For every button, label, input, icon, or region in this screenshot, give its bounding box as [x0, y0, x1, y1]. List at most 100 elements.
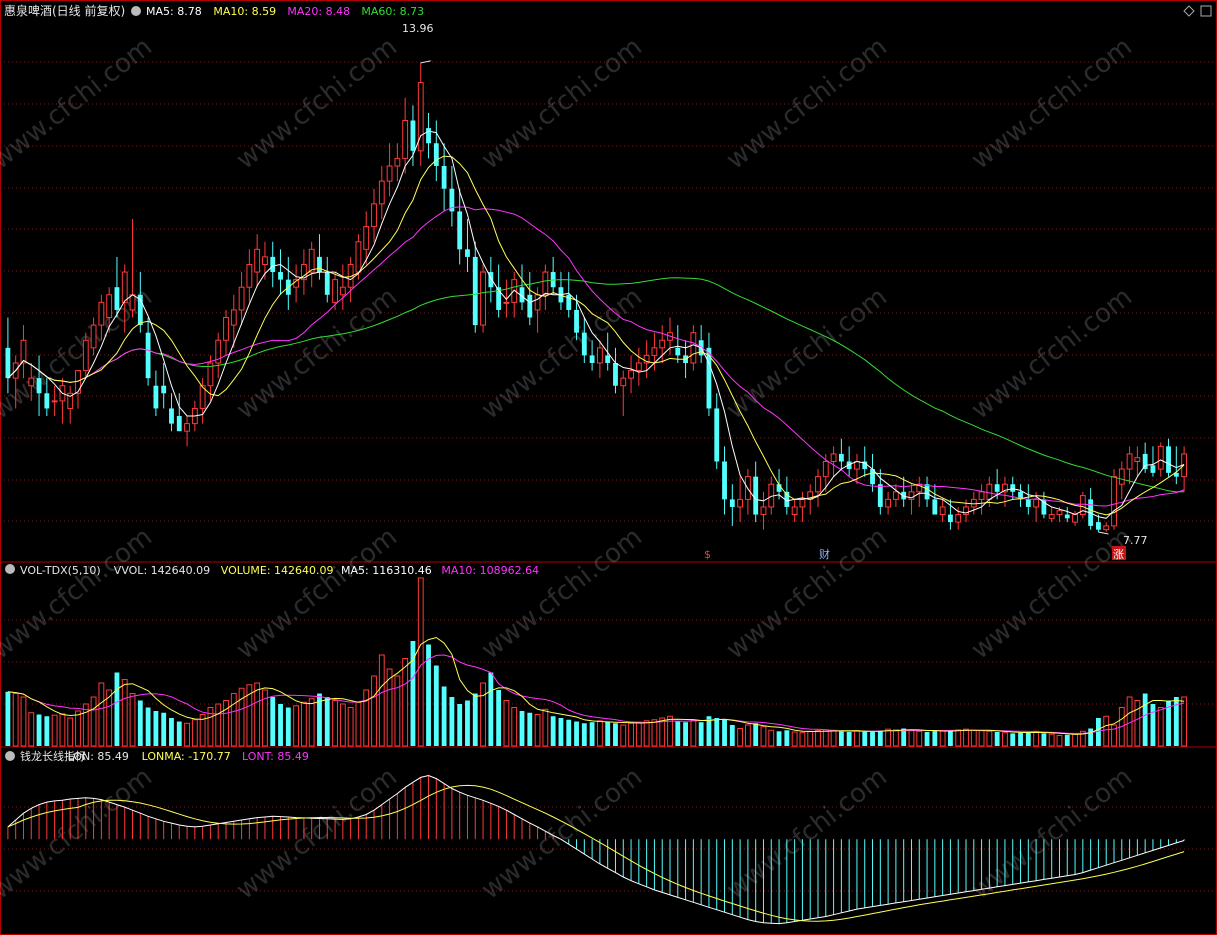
candle-body: [169, 408, 174, 424]
candle-body: [394, 157, 401, 167]
volume-bar: [877, 730, 883, 746]
price-panel-dropdown-icon[interactable]: [131, 6, 141, 16]
candle-body: [44, 393, 50, 409]
candle-body: [970, 498, 977, 508]
candle-body: [714, 408, 720, 462]
volume-bar: [1103, 715, 1110, 747]
volume-bar: [90, 696, 97, 747]
volume-bar: [44, 716, 50, 746]
volume-bar: [690, 719, 697, 747]
volume-panel-header: [5, 564, 15, 574]
candle-body: [690, 332, 697, 364]
price-legend-item: MA5: 8.78: [146, 5, 202, 18]
volume-bar: [683, 722, 688, 746]
volume-bar: [916, 730, 923, 747]
volume-bar: [98, 682, 105, 747]
volume-legend-item: VOLUME: 142640.09: [221, 564, 334, 577]
volume-bar: [114, 672, 120, 746]
candle-body: [426, 128, 431, 144]
event-marker-limit-up[interactable]: 涨: [1113, 548, 1124, 561]
volume-bar: [651, 719, 658, 747]
volume-bar: [613, 723, 618, 746]
volume-bar: [908, 730, 915, 747]
candle-body: [339, 286, 346, 296]
volume-bar: [1088, 728, 1094, 746]
volume-bar: [176, 721, 182, 746]
volume-bar: [355, 701, 362, 747]
volume-bar: [270, 697, 276, 746]
candle-body: [651, 347, 658, 356]
event-marker-dividend[interactable]: $: [704, 548, 711, 561]
price-legend-item: MA10: 8.59: [213, 5, 276, 18]
volume-bar: [137, 700, 143, 746]
volume-bar: [932, 730, 938, 746]
candle-body: [20, 339, 27, 364]
volume-bar: [978, 730, 985, 747]
candle-body: [628, 370, 634, 379]
volume-bar: [791, 731, 798, 747]
volume-bar: [901, 728, 907, 746]
volume-bar: [1010, 733, 1016, 746]
volume-bar: [948, 731, 953, 746]
candle-body: [246, 263, 253, 288]
candle-body: [620, 377, 627, 387]
candle-body: [238, 286, 245, 311]
price-panel-title: 惠泉啤酒(日线 前复权): [4, 3, 125, 18]
candle-body: [986, 483, 993, 500]
volume-bar: [574, 721, 579, 746]
watermark-text: www.cfchi.com: [966, 282, 1138, 426]
volume-bar: [457, 704, 463, 746]
candle-body: [635, 362, 642, 372]
window-maximize-icon[interactable]: [1200, 5, 1212, 17]
indicator-panel-dropdown-icon[interactable]: [5, 751, 15, 761]
price-low-label: 7.77: [1123, 534, 1148, 547]
candle-body: [5, 347, 11, 379]
volume-bar: [28, 712, 35, 747]
volume-bar: [129, 693, 136, 747]
volume-bar: [433, 665, 439, 746]
volume-bar: [496, 690, 502, 746]
volume-bar: [184, 722, 190, 747]
candle-body: [457, 211, 463, 250]
volume-bar: [760, 726, 767, 747]
candle-body: [722, 461, 727, 500]
volume-bar: [417, 577, 424, 747]
volume-bar: [1018, 732, 1023, 746]
candle-body: [613, 362, 618, 386]
price-legend-item: MA60: 8.73: [361, 5, 424, 18]
window-restore-icon[interactable]: [1183, 5, 1195, 17]
candle-body: [441, 165, 447, 189]
volume-bar: [511, 707, 518, 747]
volume-bar: [36, 714, 42, 746]
volume-legend-item: VOL-TDX(5,10): [20, 564, 101, 577]
indicator-panel-header: [5, 751, 15, 761]
candle-body: [1150, 465, 1156, 473]
watermark-text: www.cfchi.com: [721, 32, 893, 176]
volume-bar: [970, 729, 977, 747]
volume-bar: [441, 686, 447, 746]
volume-bar: [1126, 696, 1133, 747]
candle-body: [791, 506, 798, 516]
candle-body: [753, 476, 759, 515]
volume-bar: [714, 718, 720, 746]
event-marker-finance[interactable]: 财: [819, 547, 830, 561]
volume-bar: [1150, 704, 1156, 746]
volume-bar: [892, 729, 899, 747]
volume-bar: [1033, 730, 1040, 747]
volume-bar: [963, 728, 969, 747]
volume-panel-dropdown-icon[interactable]: [5, 564, 15, 574]
candle-body: [324, 272, 330, 295]
volume-bar: [51, 714, 58, 747]
candle-body: [402, 120, 409, 159]
volume-bar: [753, 723, 759, 746]
candle-body: [1126, 453, 1133, 470]
volume-bar: [986, 730, 993, 747]
candle-body: [98, 301, 105, 326]
candle-body: [129, 294, 136, 311]
volume-bar: [830, 729, 837, 747]
volume-bar: [59, 713, 66, 747]
volume-bar: [885, 728, 892, 747]
candle-body: [106, 294, 113, 319]
volume-bar: [503, 700, 510, 747]
candle-body: [1134, 457, 1141, 462]
